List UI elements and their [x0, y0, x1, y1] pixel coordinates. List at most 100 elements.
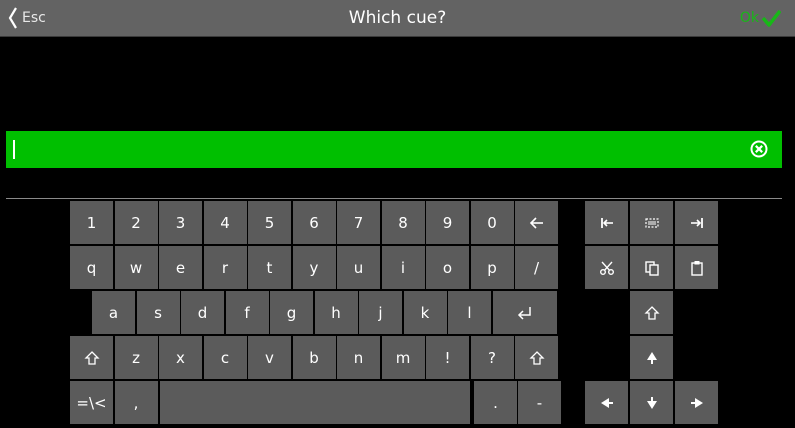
shift-right-key[interactable] [515, 336, 558, 379]
key-g-label: g [286, 303, 297, 322]
shift-left-key[interactable] [70, 336, 113, 379]
arrow-left-icon [529, 216, 543, 229]
key-y-label: y [309, 258, 319, 277]
key-l[interactable]: l [448, 291, 491, 334]
key-p-label: p [487, 258, 497, 277]
key-m[interactable]: m [381, 336, 425, 379]
enter-icon [517, 306, 531, 320]
key-c-label: c [220, 348, 230, 367]
key-question[interactable]: ? [470, 336, 514, 379]
key-3[interactable]: 3 [159, 201, 202, 244]
cut-key[interactable] [585, 246, 628, 289]
shift-icon [528, 350, 545, 365]
key-e-label: e [175, 258, 186, 277]
key-k[interactable]: k [403, 291, 447, 334]
end-icon [690, 217, 703, 228]
key-v[interactable]: v [248, 336, 291, 379]
key-x-label: x [176, 348, 185, 367]
arrow-left-key[interactable] [585, 381, 628, 424]
key-n[interactable]: n [337, 336, 380, 379]
key-5[interactable]: 5 [248, 201, 291, 244]
key-f-label: f [244, 303, 250, 322]
key-8[interactable]: 8 [381, 201, 425, 244]
shift-block-key[interactable] [630, 291, 673, 334]
key-4[interactable]: 4 [203, 201, 247, 244]
key-d-label: d [197, 303, 208, 322]
text-caret [13, 140, 15, 159]
key-dash[interactable]: - [518, 381, 561, 424]
key-slash[interactable]: / [515, 246, 558, 289]
key-g[interactable]: g [270, 291, 313, 334]
home-key[interactable] [585, 201, 628, 244]
key-2[interactable]: 2 [114, 201, 158, 244]
key-h-label: h [331, 303, 341, 322]
key-u-label: u [353, 258, 364, 277]
key-0[interactable]: 0 [470, 201, 514, 244]
key-9-label: 9 [442, 213, 453, 232]
key-1[interactable]: 1 [70, 201, 113, 244]
enter-key[interactable] [492, 291, 557, 334]
key-p[interactable]: p [470, 246, 514, 289]
key-s[interactable]: s [136, 291, 180, 334]
key-i[interactable]: i [381, 246, 425, 289]
key-v-label: v [265, 348, 274, 367]
arrow-right-key[interactable] [675, 381, 718, 424]
checkmark-icon [761, 9, 781, 27]
key-comma[interactable]: , [114, 381, 158, 424]
paste-key[interactable] [675, 246, 718, 289]
key-exclamation[interactable]: ! [426, 336, 469, 379]
key-e[interactable]: e [159, 246, 202, 289]
ok-button[interactable]: Ok [740, 6, 781, 30]
key-z[interactable]: z [114, 336, 158, 379]
key-9[interactable]: 9 [426, 201, 469, 244]
backspace-key[interactable] [515, 201, 558, 244]
key-0-label: 0 [487, 213, 497, 232]
clear-input-icon[interactable] [750, 140, 768, 158]
arrow-up-key[interactable] [630, 336, 673, 379]
title-bar: Esc Which cue? Ok [0, 0, 795, 37]
key-o-label: o [442, 258, 453, 277]
key-o[interactable]: o [426, 246, 469, 289]
key-d[interactable]: d [181, 291, 224, 334]
symbols-key[interactable]: =\< [70, 381, 113, 424]
copy-key[interactable] [630, 246, 673, 289]
key-q-label: q [86, 258, 97, 277]
key-u[interactable]: u [337, 246, 380, 289]
key-h[interactable]: h [314, 291, 358, 334]
key-1-label: 1 [86, 213, 97, 232]
key-j[interactable]: j [359, 291, 402, 334]
symbols-key-label: =\< [76, 393, 107, 412]
key-l-label: l [467, 303, 472, 322]
key-comma-label: , [133, 393, 139, 412]
arrow-right-icon [690, 397, 703, 408]
divider [6, 198, 782, 199]
end-key[interactable] [675, 201, 718, 244]
key-a[interactable]: a [92, 291, 135, 334]
key-r[interactable]: r [203, 246, 247, 289]
key-c[interactable]: c [203, 336, 247, 379]
key-dot-label: . [493, 393, 498, 412]
select-all-key[interactable] [630, 201, 673, 244]
key-6[interactable]: 6 [292, 201, 336, 244]
arrow-down-icon [646, 396, 657, 409]
key-q[interactable]: q [70, 246, 113, 289]
key-question-label: ? [488, 348, 496, 367]
key-f[interactable]: f [225, 291, 269, 334]
key-dot[interactable]: . [474, 381, 517, 424]
key-t[interactable]: t [248, 246, 291, 289]
key-z-label: z [132, 348, 140, 367]
key-i-label: i [400, 258, 406, 277]
space-key[interactable] [160, 381, 470, 424]
arrow-down-key[interactable] [630, 381, 673, 424]
key-7[interactable]: 7 [337, 201, 380, 244]
key-7-label: 7 [353, 213, 364, 232]
key-5-label: 5 [264, 213, 275, 232]
key-b[interactable]: b [292, 336, 336, 379]
key-w[interactable]: w [114, 246, 158, 289]
key-x[interactable]: x [159, 336, 202, 379]
key-y[interactable]: y [292, 246, 336, 289]
key-2-label: 2 [131, 213, 141, 232]
key-8-label: 8 [398, 213, 408, 232]
key-a-label: a [108, 303, 119, 322]
cue-input-field[interactable] [6, 131, 782, 168]
